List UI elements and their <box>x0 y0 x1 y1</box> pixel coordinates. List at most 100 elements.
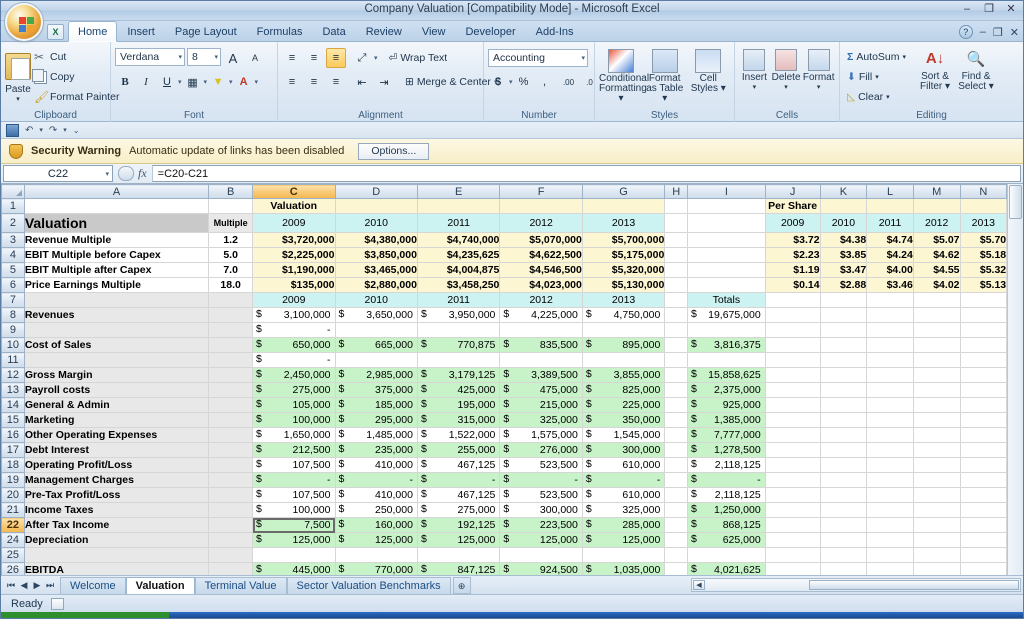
cell-j19[interactable] <box>765 473 820 488</box>
cell-d21[interactable]: $250,000 <box>335 503 417 518</box>
cell-a4[interactable]: EBIT Multiple before Capex <box>24 248 208 263</box>
cell-i5[interactable] <box>688 263 766 278</box>
cell-k21[interactable] <box>820 503 867 518</box>
column-header-k[interactable]: K <box>820 185 867 199</box>
cell-i2[interactable] <box>688 214 766 233</box>
cell-c4[interactable]: $2,225,000 <box>253 248 335 263</box>
cell-g22[interactable]: $285,000 <box>582 518 664 533</box>
cell-i17[interactable]: $1,278,500 <box>688 443 766 458</box>
cell-g12[interactable]: $3,855,000 <box>582 368 664 383</box>
cell-c8[interactable]: $3,100,000 <box>253 308 335 323</box>
cell-a17[interactable]: Debt Interest <box>24 443 208 458</box>
borders-chevron-down-icon[interactable]: ▾ <box>204 78 208 86</box>
cell-f19[interactable]: $- <box>500 473 582 488</box>
cell-k2[interactable]: 2010 <box>820 214 867 233</box>
cell-c5[interactable]: $1,190,000 <box>253 263 335 278</box>
cell-h20[interactable] <box>665 488 688 503</box>
cell-d11[interactable] <box>335 353 417 368</box>
cell-e9[interactable] <box>417 323 499 338</box>
cell-b14[interactable] <box>209 398 253 413</box>
cell-g20[interactable]: $610,000 <box>582 488 664 503</box>
cell-e1[interactable] <box>417 199 499 214</box>
cell-m22[interactable] <box>913 518 960 533</box>
cell-d24[interactable]: $125,000 <box>335 533 417 548</box>
cell-j15[interactable] <box>765 413 820 428</box>
cell-d5[interactable]: $3,465,000 <box>335 263 417 278</box>
cell-g3[interactable]: $5,700,000 <box>582 233 664 248</box>
cell-i6[interactable] <box>688 278 766 293</box>
cell-n7[interactable] <box>960 293 1007 308</box>
redo-icon[interactable]: ↷ <box>49 125 57 136</box>
cell-n15[interactable] <box>960 413 1007 428</box>
increase-font-size-button[interactable]: A <box>223 48 243 68</box>
cell-j25[interactable] <box>765 548 820 563</box>
align-top-button[interactable]: ≡ <box>282 48 302 68</box>
cell-a1[interactable] <box>24 199 208 214</box>
copy-button[interactable]: Copy <box>31 67 122 87</box>
row-header-8[interactable]: 8 <box>2 308 25 323</box>
cell-c12[interactable]: $2,450,000 <box>253 368 335 383</box>
cell-f21[interactable]: $300,000 <box>500 503 582 518</box>
cell-j17[interactable] <box>765 443 820 458</box>
cell-n19[interactable] <box>960 473 1007 488</box>
cell-d16[interactable]: $1,485,000 <box>335 428 417 443</box>
cell-g19[interactable]: $- <box>582 473 664 488</box>
cell-m3[interactable]: $5.07 <box>913 233 960 248</box>
cell-k26[interactable] <box>820 563 867 576</box>
cell-l19[interactable] <box>867 473 914 488</box>
cell-h10[interactable] <box>665 338 688 353</box>
cell-b17[interactable] <box>209 443 253 458</box>
cell-b4[interactable]: 5.0 <box>209 248 253 263</box>
cell-f8[interactable]: $4,225,000 <box>500 308 582 323</box>
cell-j4[interactable]: $2.23 <box>765 248 820 263</box>
cell-k15[interactable] <box>820 413 867 428</box>
cell-b5[interactable]: 7.0 <box>209 263 253 278</box>
cell-h21[interactable] <box>665 503 688 518</box>
comma-style-button[interactable]: , <box>535 72 555 92</box>
cell-d4[interactable]: $3,850,000 <box>335 248 417 263</box>
cell-a13[interactable]: Payroll costs <box>24 383 208 398</box>
cell-m16[interactable] <box>913 428 960 443</box>
cell-n14[interactable] <box>960 398 1007 413</box>
align-left-button[interactable]: ≡ <box>282 72 302 92</box>
cell-l25[interactable] <box>867 548 914 563</box>
cell-b11[interactable] <box>209 353 253 368</box>
cell-k13[interactable] <box>820 383 867 398</box>
cell-g11[interactable] <box>582 353 664 368</box>
cell-j13[interactable] <box>765 383 820 398</box>
cell-f16[interactable]: $1,575,000 <box>500 428 582 443</box>
close-button[interactable]: ✕ <box>1003 2 1019 17</box>
cell-d3[interactable]: $4,380,000 <box>335 233 417 248</box>
cell-g9[interactable] <box>582 323 664 338</box>
cell-a7[interactable] <box>24 293 208 308</box>
sort-filter-button[interactable]: A↓ Sort &Filter ▾ <box>915 47 955 92</box>
currency-chevron-down-icon[interactable]: ▾ <box>509 78 513 86</box>
cell-m5[interactable]: $4.55 <box>913 263 960 278</box>
cell-m24[interactable] <box>913 533 960 548</box>
cell-b13[interactable] <box>209 383 253 398</box>
cell-j20[interactable] <box>765 488 820 503</box>
cell-k6[interactable]: $2.88 <box>820 278 867 293</box>
cell-d7[interactable]: 2010 <box>335 293 417 308</box>
column-header-g[interactable]: G <box>582 185 664 199</box>
bold-button[interactable]: B <box>115 72 135 92</box>
cell-a20[interactable]: Pre-Tax Profit/Loss <box>24 488 208 503</box>
cell-h5[interactable] <box>665 263 688 278</box>
cell-j3[interactable]: $3.72 <box>765 233 820 248</box>
cell-c22[interactable]: $7,500 <box>253 518 335 533</box>
cell-d14[interactable]: $185,000 <box>335 398 417 413</box>
cell-d20[interactable]: $410,000 <box>335 488 417 503</box>
row-header-12[interactable]: 12 <box>2 368 25 383</box>
cell-j18[interactable] <box>765 458 820 473</box>
cell-f13[interactable]: $475,000 <box>500 383 582 398</box>
format-chevron-down-icon[interactable]: ▾ <box>802 83 835 91</box>
insert-cells-button[interactable]: Insert ▾ <box>739 47 770 91</box>
cancel-formula-icon[interactable] <box>118 166 134 181</box>
cell-m11[interactable] <box>913 353 960 368</box>
insert-chevron-down-icon[interactable]: ▾ <box>739 83 770 91</box>
cell-i10[interactable]: $3,816,375 <box>688 338 766 353</box>
cell-g26[interactable]: $1,035,000 <box>582 563 664 576</box>
cell-g17[interactable]: $300,000 <box>582 443 664 458</box>
font-size-combo[interactable]: 8 ▾ <box>187 48 221 66</box>
last-sheet-icon[interactable]: ⏭ <box>44 580 56 591</box>
